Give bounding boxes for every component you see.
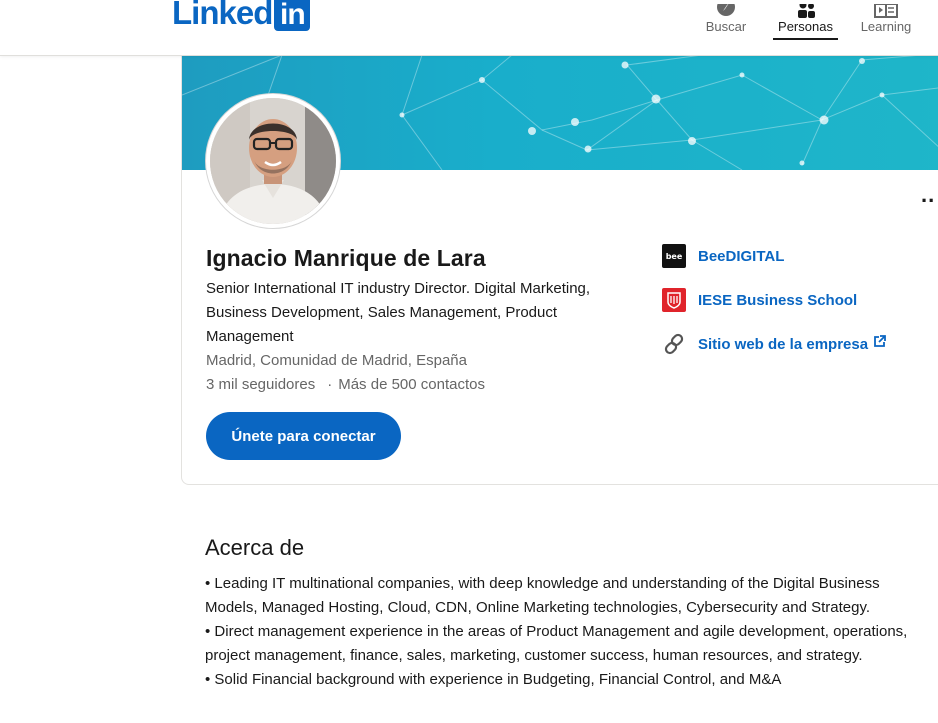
- profile-name: Ignacio Manrique de Lara: [206, 245, 486, 271]
- learning-icon: [856, 0, 916, 18]
- nav-learning-label: Learning: [860, 19, 912, 34]
- beedigital-label: BeeDIGITAL: [698, 247, 785, 265]
- stats-separator: ·: [327, 376, 333, 393]
- profile-headline: Senior International IT industry Directo…: [206, 280, 591, 345]
- external-link-icon: [873, 335, 886, 353]
- about-paragraph: • Leading IT multinational companies, wi…: [205, 575, 880, 616]
- about-paragraph: • Solid Financial background with experi…: [205, 671, 782, 688]
- profile-avatar[interactable]: [206, 94, 340, 228]
- logo-wordmark: Linked: [172, 0, 273, 31]
- beedigital-logo-icon: bee: [662, 244, 686, 268]
- link-icon: [662, 332, 686, 356]
- profile-stats: 3 mil seguidores · Más de 500 contactos: [206, 373, 485, 397]
- logo-in-badge: in: [274, 0, 311, 31]
- followers-count[interactable]: 3 mil seguidores: [206, 376, 315, 393]
- nav-learning[interactable]: Learning: [856, 0, 916, 44]
- iese-logo-icon: [662, 288, 686, 312]
- company-website-label: Sitio web de la empresa: [698, 335, 869, 353]
- company-website-link[interactable]: Sitio web de la empresa: [662, 331, 886, 357]
- nav-personas[interactable]: Personas: [773, 0, 838, 44]
- people-icon: [773, 0, 838, 18]
- compass-icon: [702, 0, 750, 18]
- nav-personas-label: Personas: [778, 19, 833, 34]
- nav-buscar[interactable]: Buscar: [702, 0, 750, 44]
- nav-buscar-label: Buscar: [705, 19, 747, 34]
- svg-text:bee: bee: [666, 252, 683, 261]
- contacts-count[interactable]: Más de 500 contactos: [338, 376, 485, 393]
- about-section-text: • Leading IT multinational companies, wi…: [205, 572, 930, 692]
- about-paragraph: • Direct management experience in the ar…: [205, 623, 908, 664]
- iese-label: IESE Business School: [698, 291, 858, 309]
- company-link-beedigital[interactable]: bee BeeDIGITAL: [662, 243, 784, 269]
- linkedin-logo[interactable]: Linked in: [172, 0, 311, 32]
- join-to-connect-button[interactable]: Únete para conectar: [206, 412, 401, 460]
- top-nav-bar: Linked in Buscar Personas Learning: [0, 0, 938, 56]
- more-options-button[interactable]: ..: [921, 184, 935, 206]
- about-section-title: Acerca de: [205, 535, 305, 560]
- profile-location: Madrid, Comunidad de Madrid, España: [206, 352, 467, 369]
- school-link-iese[interactable]: IESE Business School: [662, 287, 857, 313]
